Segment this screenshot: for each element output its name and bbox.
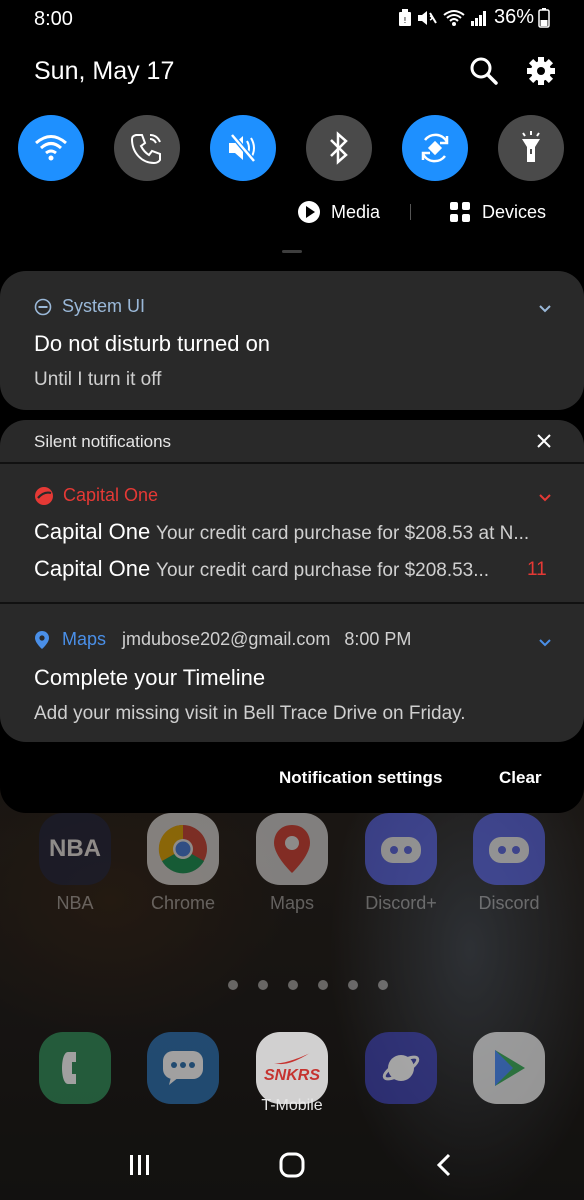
discord-icon	[473, 813, 545, 885]
back-button[interactable]	[424, 1145, 464, 1185]
chevron-down-icon[interactable]	[538, 304, 552, 314]
message-line: Capital One Your credit card purchase fo…	[34, 556, 490, 581]
maps-app-row: Maps jmdubose202@gmail.com 8:00 PM	[34, 629, 411, 650]
message-count-badge: 11	[527, 559, 547, 580]
notification-shade: 8:00 ! 36% Sun, May 17 Media Devices Sys…	[0, 0, 584, 813]
close-icon[interactable]	[536, 433, 552, 449]
battery-icon	[538, 7, 550, 28]
app-messages[interactable]	[147, 1032, 219, 1104]
capital-one-notification[interactable]: Capital One Capital One Your credit card…	[0, 464, 584, 602]
date-label: Sun, May 17	[34, 57, 175, 85]
search-button[interactable]	[469, 56, 499, 86]
battery-percent: 36%	[493, 6, 534, 28]
silent-header: Silent notifications	[34, 432, 172, 451]
app-phone[interactable]	[39, 1032, 111, 1104]
back-icon	[436, 1153, 451, 1177]
app-discord-plus[interactable]: Discord+	[365, 813, 437, 914]
chevron-down-icon[interactable]	[538, 493, 552, 503]
auto-rotate-toggle[interactable]	[402, 115, 468, 181]
wifi-icon	[35, 135, 67, 161]
mute-icon	[417, 10, 437, 25]
maps-app-icon	[256, 813, 328, 885]
mute-icon	[229, 133, 256, 163]
snkrs-icon: SNKRS	[256, 1032, 328, 1104]
maps-app-name: Maps	[62, 629, 107, 649]
search-icon	[470, 57, 498, 85]
settings-icon	[527, 57, 555, 85]
play-store-icon	[473, 1032, 545, 1104]
status-time: 8:00	[34, 8, 73, 30]
app-label: Chrome	[150, 893, 216, 913]
app-label: Maps	[269, 893, 314, 913]
capital-one-app-row: Capital One	[34, 485, 158, 506]
app-label: Discord+	[365, 893, 437, 913]
status-bar: 8:00 ! 36%	[0, 0, 584, 38]
maps-time: 8:00 PM	[344, 629, 412, 649]
auto-rotate-icon	[421, 133, 449, 163]
app-chrome[interactable]: Chrome	[147, 813, 219, 914]
folder-label: T-Mobile	[261, 1097, 323, 1114]
maps-title: Complete your Timeline	[34, 665, 266, 690]
signal-icon	[470, 10, 486, 26]
maps-subtitle: Add your missing visit in Bell Trace Dri…	[34, 703, 466, 724]
dnd-subtitle: Until I turn it off	[34, 369, 162, 390]
app-play-store[interactable]	[473, 1032, 545, 1104]
chevron-down-icon[interactable]	[538, 638, 552, 648]
chrome-icon	[147, 813, 219, 885]
flashlight-icon	[522, 131, 540, 162]
dnd-notification[interactable]: System UI Do not disturb turned on Until…	[0, 271, 584, 410]
dnd-app-row: System UI	[34, 296, 145, 317]
wifi-toggle[interactable]	[18, 115, 84, 181]
recents-icon	[130, 1155, 149, 1175]
app-internet[interactable]	[365, 1032, 437, 1104]
flashlight-toggle[interactable]	[498, 115, 564, 181]
app-nba[interactable]: NBA NBA	[39, 813, 111, 914]
app-maps[interactable]: Maps	[256, 813, 328, 914]
clear-button[interactable]: Clear	[499, 768, 542, 788]
capital-one-app-name: Capital One	[63, 485, 159, 505]
media-divider	[410, 204, 411, 220]
recents-button[interactable]	[120, 1145, 160, 1185]
home-button[interactable]	[272, 1145, 312, 1185]
media-button[interactable]: Media	[297, 197, 380, 227]
messages-icon	[147, 1032, 219, 1104]
play-icon	[298, 201, 320, 223]
silent-notifications-group: Silent notifications Capital One Capital…	[0, 420, 584, 742]
internet-icon	[365, 1032, 437, 1104]
app-label: Discord	[478, 893, 540, 913]
notification-settings-button[interactable]: Notification settings	[279, 768, 442, 788]
message-line: Capital One Your credit card purchase fo…	[34, 519, 530, 544]
drag-handle[interactable]	[282, 250, 302, 253]
page-indicator	[228, 980, 388, 990]
bluetooth-toggle[interactable]	[306, 115, 372, 181]
settings-button[interactable]	[526, 56, 556, 86]
mute-toggle[interactable]	[210, 115, 276, 181]
bluetooth-icon	[330, 131, 348, 165]
dnd-icon	[34, 298, 52, 315]
dnd-app-name: System UI	[62, 296, 146, 316]
devices-label: Devices	[482, 201, 547, 222]
nba-icon: NBA	[39, 813, 111, 885]
dnd-title: Do not disturb turned on	[34, 331, 271, 356]
devices-icon	[450, 202, 470, 222]
wifi-calling-icon	[130, 134, 161, 165]
notification-icon: !	[398, 8, 411, 26]
phone-icon	[39, 1032, 111, 1104]
capital-one-icon	[35, 486, 53, 505]
discord-plus-icon	[365, 813, 437, 885]
devices-button[interactable]: Devices	[449, 197, 546, 227]
home-icon	[279, 1152, 305, 1178]
svg-text:!: !	[403, 16, 406, 25]
location-pin-icon	[35, 630, 49, 649]
app-label: NBA	[56, 893, 94, 913]
maps-account: jmdubose202@gmail.com	[122, 629, 331, 649]
wifi-calling-toggle[interactable]	[114, 115, 180, 181]
app-discord[interactable]: Discord	[473, 813, 545, 914]
media-label: Media	[331, 201, 381, 222]
wifi-icon	[443, 9, 465, 26]
maps-notification[interactable]: Maps jmdubose202@gmail.com 8:00 PM Compl…	[0, 604, 584, 742]
app-snkrs[interactable]: SNKRS	[256, 1032, 328, 1104]
